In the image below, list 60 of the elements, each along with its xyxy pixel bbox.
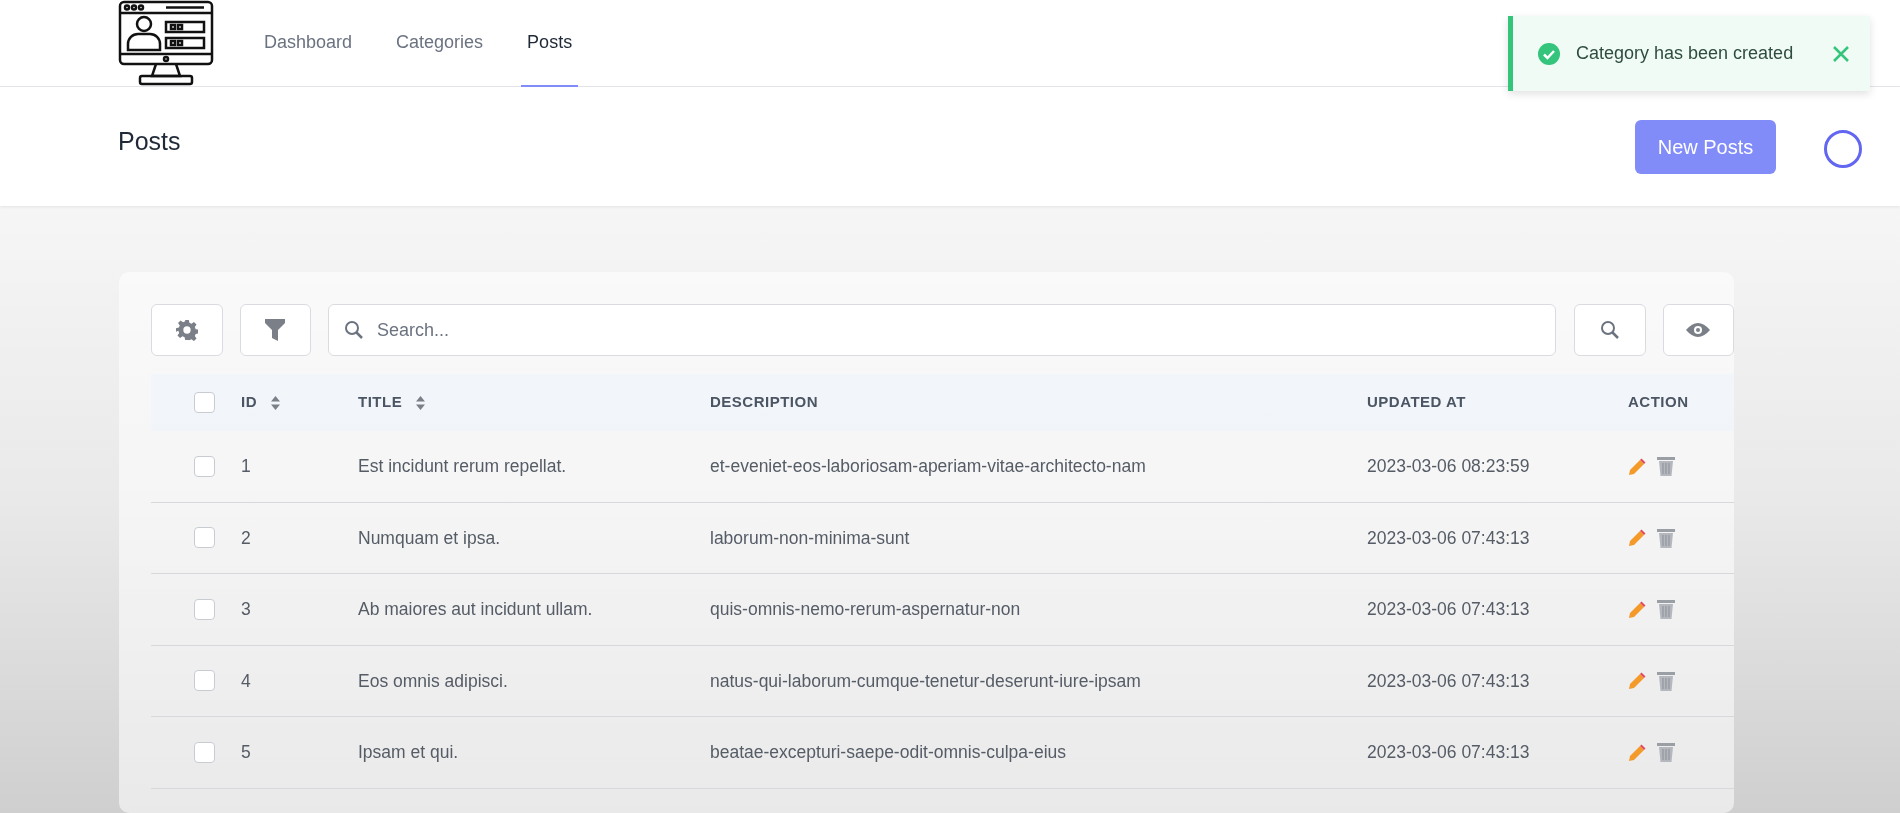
sort-icon[interactable] [271,395,280,410]
view-button[interactable] [1662,304,1734,356]
table-cell-text: laborum-non-minima-sunt [710,526,911,550]
pencil-icon[interactable] [1628,671,1647,691]
trash-icon[interactable] [1657,527,1675,548]
table-cell-text: Ipsam et qui. [358,741,460,765]
table-cell-text: 2023-03-06 07:43:13 [1367,526,1531,550]
row-checkbox[interactable] [193,670,215,692]
toast-message: Category has been created [1576,42,1794,65]
trash-icon[interactable] [1657,742,1675,763]
loading-spinner-icon [1824,130,1862,168]
search-field[interactable]: Search... [328,304,1556,356]
table-cell-text: Eos omnis adipisci. [358,669,509,693]
table-cell-text: et-eveniet-eos-laboriosam-aperiam-vitae-architecto-nam [710,455,1147,479]
check-circle-icon [1538,42,1560,65]
filter-icon [265,319,286,341]
column-header: UPDATED AT [1367,392,1466,413]
table-cell-text: 2023-03-06 07:43:13 [1367,669,1531,693]
search-button[interactable] [1574,304,1646,356]
column-header: DESCRIPTION [710,392,818,413]
table-cell-text: 3 [241,598,252,622]
table-cell-text: natus-qui-laborum-cumque-tenetur-deserunt-iure-ipsam [710,669,1142,693]
pencil-icon[interactable] [1628,456,1647,476]
table-cell-text: 2023-03-06 07:43:13 [1367,598,1531,622]
table-cell-text: quis-omnis-nemo-rerum-aspernatur-non [710,598,1022,622]
sort-icon[interactable] [416,395,426,410]
table-cell-text: 2 [241,526,252,550]
search-icon [1599,320,1620,340]
trash-icon[interactable] [1657,670,1675,691]
close-icon[interactable] [1832,44,1850,63]
table-cell-text: 2023-03-06 07:43:13 [1367,741,1531,765]
computer-user-icon [118,0,214,86]
nav-link[interactable]: Dashboard [258,0,359,87]
nav-link[interactable]: Categories [390,0,490,87]
row-checkbox[interactable] [193,598,215,620]
trash-icon[interactable] [1657,456,1675,477]
column-header: ACTION [1628,392,1689,413]
trash-icon[interactable] [1657,599,1675,620]
table-cell-text: 1 [241,455,252,479]
table-cell-text: Est incidunt rerum repellat. [358,455,568,479]
column-header[interactable]: TITLE [358,391,403,414]
table-cell-text: 4 [241,669,252,693]
pencil-icon[interactable] [1628,599,1647,619]
pencil-icon[interactable] [1628,742,1647,762]
eye-icon [1686,322,1711,338]
table-cell-text: beatae-excepturi-saepe-odit-omnis-culpa-eius [710,741,1067,765]
row-checkbox[interactable] [193,527,215,549]
filter-button[interactable] [239,304,311,356]
pencil-icon[interactable] [1628,528,1647,548]
row-checkbox[interactable] [193,741,215,763]
column-header[interactable]: ID [241,391,257,414]
table-cell-text: Numquam et ipsa. [358,526,501,550]
table-cell-text: 5 [241,741,252,765]
page-title: Posts [118,126,181,157]
select-all-checkbox[interactable] [193,392,215,413]
settings-button[interactable] [151,304,223,356]
table-cell-text: Ab maiores aut incidunt ullam. [358,598,594,622]
table-cell-text: 2023-03-06 08:23:59 [1367,455,1531,479]
row-checkbox[interactable] [193,455,215,477]
settings-icon [175,319,198,341]
